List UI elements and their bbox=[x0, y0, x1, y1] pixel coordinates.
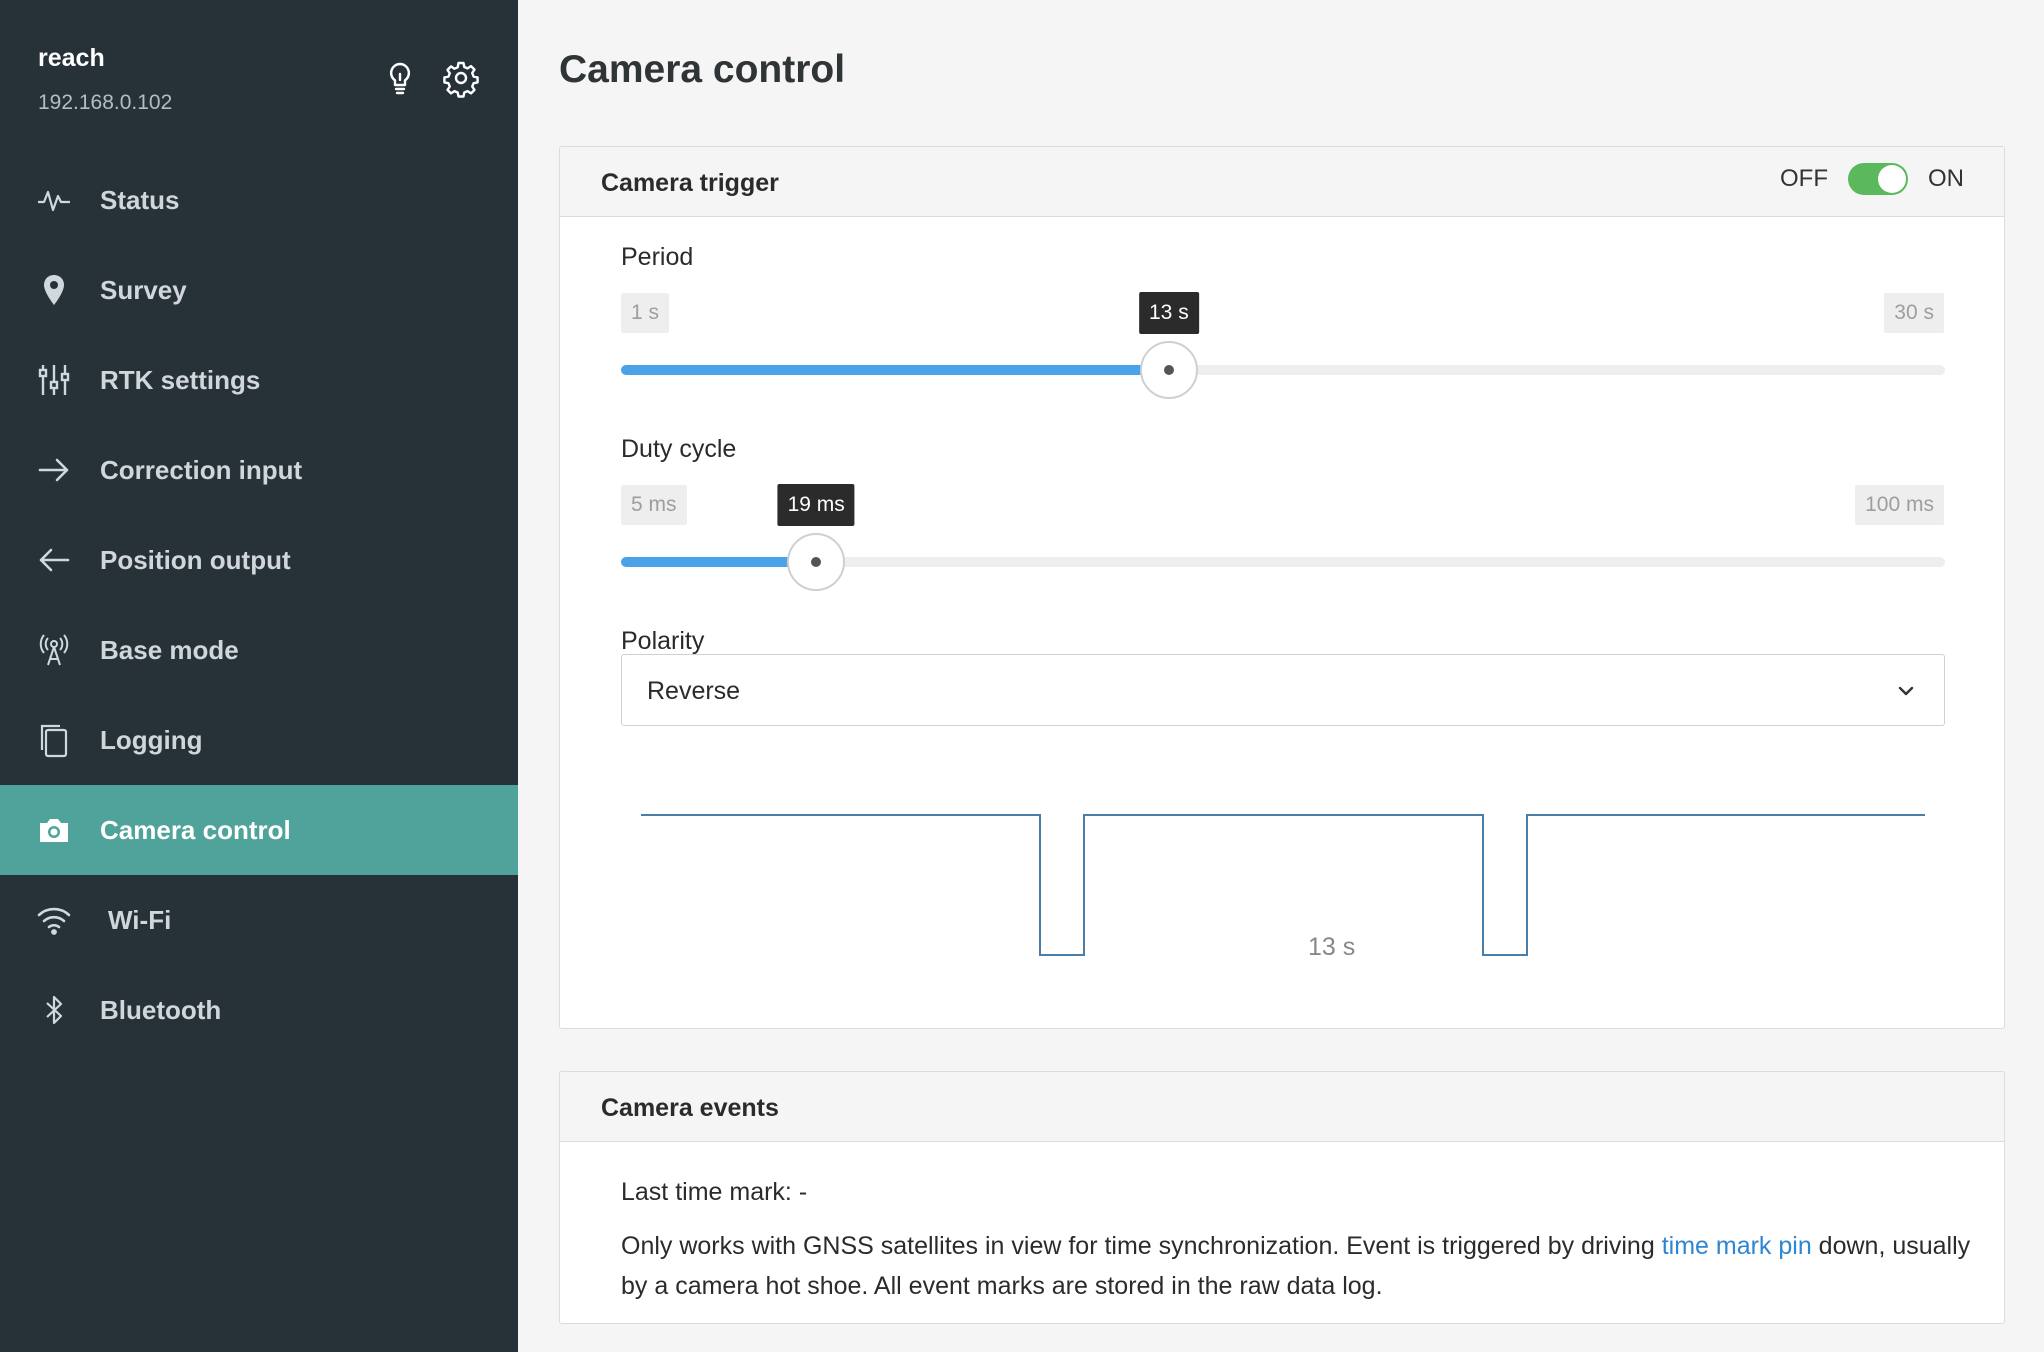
period-label: Period bbox=[621, 243, 694, 271]
sidebar: reach 192.168.0.102 Status Survey RTK se… bbox=[0, 0, 518, 1352]
device-name: reach bbox=[38, 44, 105, 72]
events-body: Last time mark: - Only works with GNSS s… bbox=[560, 1142, 2004, 1322]
toggle-off-label: OFF bbox=[1780, 165, 1828, 192]
camera-icon bbox=[36, 812, 72, 848]
sidebar-item-label: RTK settings bbox=[100, 364, 261, 395]
bluetooth-icon bbox=[36, 992, 72, 1028]
card-title: Camera trigger bbox=[601, 169, 779, 197]
period-slider[interactable] bbox=[621, 341, 1945, 399]
wifi-icon bbox=[36, 902, 72, 938]
page-title: Camera control bbox=[559, 48, 846, 91]
duty-cycle-max: 100 ms bbox=[1855, 485, 1944, 525]
duty-cycle-min: 5 ms bbox=[621, 485, 687, 525]
antenna-icon bbox=[36, 632, 72, 668]
info-text-start: Only works with GNSS satellites in view … bbox=[621, 1232, 1662, 1260]
arrow-left-icon bbox=[36, 542, 72, 578]
duty-cycle-label: Duty cycle bbox=[621, 435, 737, 463]
period-max: 30 s bbox=[1884, 293, 1944, 333]
sidebar-item-position-output[interactable]: Position output bbox=[0, 515, 518, 605]
camera-trigger-card: Camera trigger OFF ON Period 1 s 30 s 13… bbox=[559, 146, 2005, 1029]
last-time-mark: Last time mark: - bbox=[621, 1178, 808, 1206]
sidebar-item-label: Status bbox=[100, 184, 180, 215]
waveform-period-label: 13 s bbox=[1308, 933, 1356, 961]
gear-icon[interactable] bbox=[441, 58, 481, 98]
arrow-right-icon bbox=[36, 452, 72, 488]
trigger-switch-group: OFF ON bbox=[1780, 163, 1964, 195]
sidebar-item-wifi[interactable]: Wi-Fi bbox=[0, 875, 518, 965]
polarity-label: Polarity bbox=[621, 627, 705, 655]
sidebar-item-label: Camera control bbox=[100, 814, 291, 845]
toggle-knob bbox=[1878, 165, 1906, 193]
device-ip: 192.168.0.102 bbox=[38, 91, 173, 114]
sidebar-item-logging[interactable]: Logging bbox=[0, 695, 518, 785]
period-value-tooltip: 13 s bbox=[1139, 292, 1199, 334]
sidebar-item-base-mode[interactable]: Base mode bbox=[0, 605, 518, 695]
pulse-icon bbox=[36, 182, 72, 218]
sidebar-item-label: Bluetooth bbox=[100, 994, 222, 1025]
map-pin-icon bbox=[36, 272, 72, 308]
card-title: Camera events bbox=[601, 1094, 779, 1122]
duty-cycle-slider[interactable] bbox=[621, 533, 1945, 591]
device-info: reach 192.168.0.102 bbox=[38, 44, 172, 115]
sidebar-item-label: Wi-Fi bbox=[108, 904, 172, 935]
events-info-text: Only works with GNSS satellites in view … bbox=[621, 1226, 1971, 1306]
sidebar-item-status[interactable]: Status bbox=[0, 155, 518, 245]
sidebar-item-label: Base mode bbox=[100, 634, 239, 665]
trigger-toggle[interactable] bbox=[1848, 163, 1908, 195]
chevron-down-icon bbox=[1898, 686, 1914, 696]
trigger-waveform bbox=[641, 814, 1925, 956]
toggle-on-label: ON bbox=[1928, 165, 1964, 192]
period-min: 1 s bbox=[621, 293, 670, 333]
sidebar-item-survey[interactable]: Survey bbox=[0, 245, 518, 335]
camera-events-card: Camera events Last time mark: - Only wor… bbox=[559, 1071, 2005, 1324]
card-header: Camera trigger OFF ON bbox=[560, 147, 2004, 217]
duty-cycle-value-tooltip: 19 ms bbox=[777, 484, 855, 526]
sidebar-item-label: Survey bbox=[100, 274, 187, 305]
sidebar-item-bluetooth[interactable]: Bluetooth bbox=[0, 965, 518, 1055]
lightbulb-icon[interactable] bbox=[380, 58, 420, 98]
sidebar-item-correction-input[interactable]: Correction input bbox=[0, 425, 518, 515]
files-icon bbox=[36, 722, 72, 758]
sidebar-item-label: Position output bbox=[100, 544, 291, 575]
polarity-select[interactable]: Reverse bbox=[621, 654, 1945, 726]
polarity-selected-value: Reverse bbox=[647, 677, 741, 705]
card-header: Camera events bbox=[560, 1072, 2004, 1142]
period-slider-fill bbox=[621, 365, 1169, 375]
period-slider-thumb[interactable] bbox=[1139, 341, 1198, 399]
sidebar-item-camera-control[interactable]: Camera control bbox=[0, 785, 518, 875]
sidebar-item-label: Correction input bbox=[100, 454, 303, 485]
time-mark-pin-link[interactable]: time mark pin bbox=[1662, 1232, 1812, 1260]
sidebar-item-label: Logging bbox=[100, 724, 203, 755]
duty-cycle-slider-thumb[interactable] bbox=[787, 533, 846, 591]
sidebar-nav: Status Survey RTK settings Correction in… bbox=[0, 155, 518, 1055]
sidebar-item-rtk-settings[interactable]: RTK settings bbox=[0, 335, 518, 425]
sliders-icon bbox=[36, 362, 72, 398]
main-content: Camera control Camera trigger OFF ON Per… bbox=[518, 0, 2044, 1352]
